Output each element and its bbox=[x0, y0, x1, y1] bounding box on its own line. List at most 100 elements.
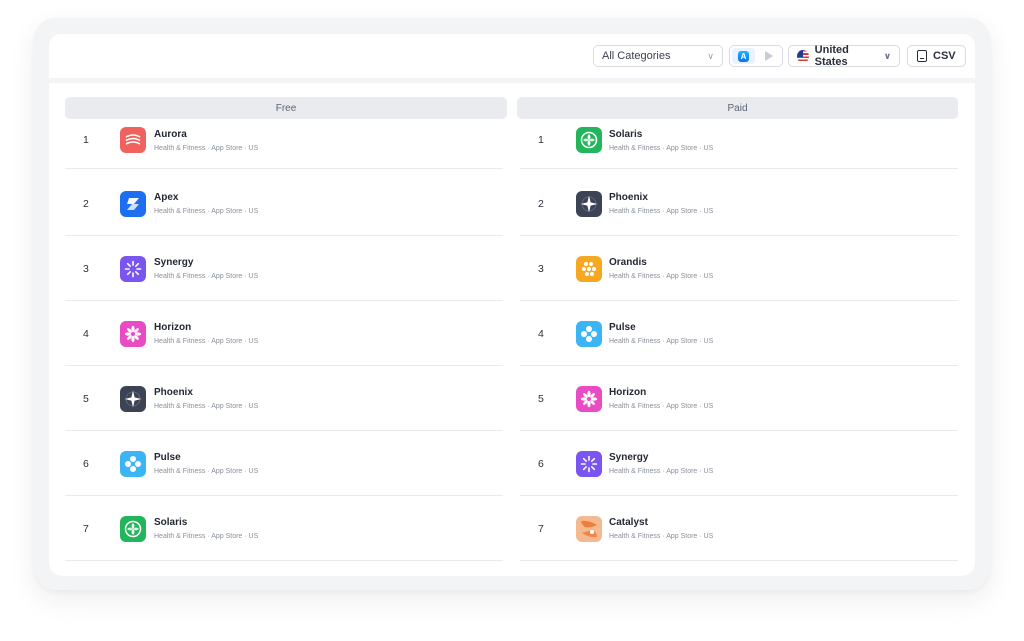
row-divider bbox=[65, 560, 503, 561]
app-name[interactable]: Catalyst bbox=[609, 516, 713, 529]
solaris-leaf-icon bbox=[576, 127, 602, 153]
app-subtitle: Health & Fitness · App Store · US bbox=[609, 273, 714, 280]
ranking-row[interactable]: 3 Synergy Health & Fitness · App Store · U… bbox=[65, 236, 503, 301]
ranking-row[interactable]: 5 Horizon Health & Fitness · App Store · U… bbox=[520, 366, 958, 431]
app-subtitle: Health & Fitness · App Store · US bbox=[609, 338, 714, 345]
download-file-icon bbox=[917, 50, 927, 62]
app-store-icon: A bbox=[738, 50, 749, 62]
ranking-row[interactable]: 6 Synergy Health & Fitness · App Store · U… bbox=[520, 431, 958, 496]
ranking-row[interactable]: 1 Solaris Health & Fitness · App Store · U… bbox=[520, 111, 958, 169]
chevron-down-icon: ∨ bbox=[707, 50, 714, 61]
ranking-row[interactable]: 7 Solaris Health & Fitness · App Store · U… bbox=[65, 496, 503, 561]
synergy-burst-icon bbox=[120, 255, 146, 282]
orandis-grid-icon bbox=[576, 255, 602, 282]
app-meta: Apex Health & Fitness · App Store · US bbox=[154, 191, 258, 216]
app-name[interactable]: Phoenix bbox=[154, 386, 258, 399]
ranking-row[interactable]: 4 Horizon Health & Fitness · App Store · U… bbox=[65, 301, 503, 366]
store-toggle[interactable]: A bbox=[729, 45, 783, 67]
app-subtitle: Health & Fitness · App Store · US bbox=[609, 533, 714, 540]
app-subtitle: Health & Fitness · App Store · US bbox=[154, 208, 259, 215]
rank-number: 4 bbox=[538, 327, 544, 340]
phoenix-star-icon bbox=[120, 385, 146, 412]
aurora-wave-icon bbox=[120, 127, 146, 153]
rank-number: 5 bbox=[83, 392, 89, 405]
chevron-down-icon: ∨ bbox=[883, 50, 891, 61]
app-name[interactable]: Solaris bbox=[609, 128, 713, 141]
pulse-dots-icon bbox=[120, 450, 146, 477]
ranking-row[interactable]: 5 Phoenix Health & Fitness · App Store · U… bbox=[65, 366, 503, 431]
app-name[interactable]: Synergy bbox=[154, 256, 258, 269]
rank-number: 5 bbox=[538, 392, 544, 405]
ranking-row[interactable]: 2 Phoenix Health & Fitness · App Store · U… bbox=[520, 171, 958, 236]
app-subtitle: Health & Fitness · App Store · US bbox=[609, 403, 714, 410]
google-play-toggle[interactable] bbox=[757, 48, 780, 64]
app-meta: Aurora Health & Fitness · App Store · US bbox=[154, 128, 258, 153]
rank-number: 2 bbox=[538, 197, 544, 210]
row-divider bbox=[520, 168, 958, 169]
app-name[interactable]: Phoenix bbox=[609, 191, 713, 204]
app-name[interactable]: Apex bbox=[154, 191, 258, 204]
app-meta: Phoenix Health & Fitness · App Store · US bbox=[154, 386, 258, 411]
app-meta: Pulse Health & Fitness · App Store · US bbox=[154, 451, 258, 476]
country-select-value: United States bbox=[814, 44, 849, 68]
rank-number: 3 bbox=[538, 262, 544, 275]
rank-number: 6 bbox=[538, 457, 544, 470]
app-name[interactable]: Solaris bbox=[154, 516, 258, 529]
rank-number: 4 bbox=[83, 327, 89, 340]
rank-number: 2 bbox=[83, 197, 89, 210]
ranking-row[interactable]: 7 Catalyst Health & Fitness · App Store · … bbox=[520, 496, 958, 561]
csv-label: CSV bbox=[933, 50, 956, 62]
app-subtitle: Health & Fitness · App Store · US bbox=[609, 208, 714, 215]
apex-chevron-icon bbox=[120, 190, 146, 217]
rank-number: 1 bbox=[83, 134, 89, 146]
app-subtitle: Health & Fitness · App Store · US bbox=[154, 403, 259, 410]
solaris-leaf-icon bbox=[120, 515, 146, 542]
app-name[interactable]: Orandis bbox=[609, 256, 713, 269]
ranking-row[interactable]: 1 Aurora Health & Fitness · App Store · US bbox=[65, 111, 503, 169]
app-name[interactable]: Synergy bbox=[609, 451, 713, 464]
ranking-row[interactable]: 6 Pulse Health & Fitness · App Store · US bbox=[65, 431, 503, 496]
pulse-dots-icon bbox=[576, 320, 602, 347]
rank-number: 1 bbox=[538, 134, 544, 146]
synergy-burst-icon bbox=[576, 450, 602, 477]
google-play-icon bbox=[764, 51, 773, 61]
category-select[interactable]: All Categories ∨ bbox=[593, 45, 723, 67]
row-divider bbox=[65, 168, 503, 169]
catalyst-blob-icon bbox=[576, 515, 602, 542]
app-name[interactable]: Horizon bbox=[154, 321, 258, 334]
ranking-row[interactable]: 3 Orandis Health & Fitness · App Store · U… bbox=[520, 236, 958, 301]
app-meta: Solaris Health & Fitness · App Store · US bbox=[609, 128, 713, 153]
app-name[interactable]: Pulse bbox=[609, 321, 713, 334]
app-meta: Pulse Health & Fitness · App Store · US bbox=[609, 321, 713, 346]
app-store-toggle[interactable]: A bbox=[732, 48, 755, 64]
app-meta: Horizon Health & Fitness · App Store · US bbox=[154, 321, 258, 346]
app-subtitle: Health & Fitness · App Store · US bbox=[609, 468, 714, 475]
app-meta: Synergy Health & Fitness · App Store · US bbox=[609, 451, 713, 476]
app-subtitle: Health & Fitness · App Store · US bbox=[154, 273, 259, 280]
country-select[interactable]: United States ∨ bbox=[788, 44, 900, 68]
app-meta: Orandis Health & Fitness · App Store · US bbox=[609, 256, 713, 281]
app-name[interactable]: Pulse bbox=[154, 451, 258, 464]
horizon-flower-icon bbox=[576, 385, 602, 412]
app-subtitle: Health & Fitness · App Store · US bbox=[154, 144, 259, 152]
app-meta: Horizon Health & Fitness · App Store · US bbox=[609, 386, 713, 411]
us-flag-icon bbox=[797, 49, 809, 63]
app-subtitle: Health & Fitness · App Store · US bbox=[154, 468, 259, 475]
app-name[interactable]: Horizon bbox=[609, 386, 713, 399]
app-meta: Phoenix Health & Fitness · App Store · US bbox=[609, 191, 713, 216]
app-subtitle: Health & Fitness · App Store · US bbox=[154, 338, 259, 345]
ranking-row[interactable]: 4 Pulse Health & Fitness · App Store · US bbox=[520, 301, 958, 366]
csv-export-button[interactable]: CSV bbox=[907, 45, 966, 67]
phoenix-star-icon bbox=[576, 190, 602, 217]
app-meta: Synergy Health & Fitness · App Store · US bbox=[154, 256, 258, 281]
horizon-flower-icon bbox=[120, 320, 146, 347]
ranking-row[interactable]: 2 Apex Health & Fitness · App Store · US bbox=[65, 171, 503, 236]
app-subtitle: Health & Fitness · App Store · US bbox=[154, 533, 259, 540]
app-meta: Catalyst Health & Fitness · App Store · U… bbox=[609, 516, 713, 541]
row-divider bbox=[520, 560, 958, 561]
app-subtitle: Health & Fitness · App Store · US bbox=[609, 144, 714, 152]
app-name[interactable]: Aurora bbox=[154, 128, 258, 141]
category-select-value: All Categories bbox=[602, 50, 671, 62]
rank-number: 6 bbox=[83, 457, 89, 470]
rank-number: 7 bbox=[538, 522, 544, 535]
